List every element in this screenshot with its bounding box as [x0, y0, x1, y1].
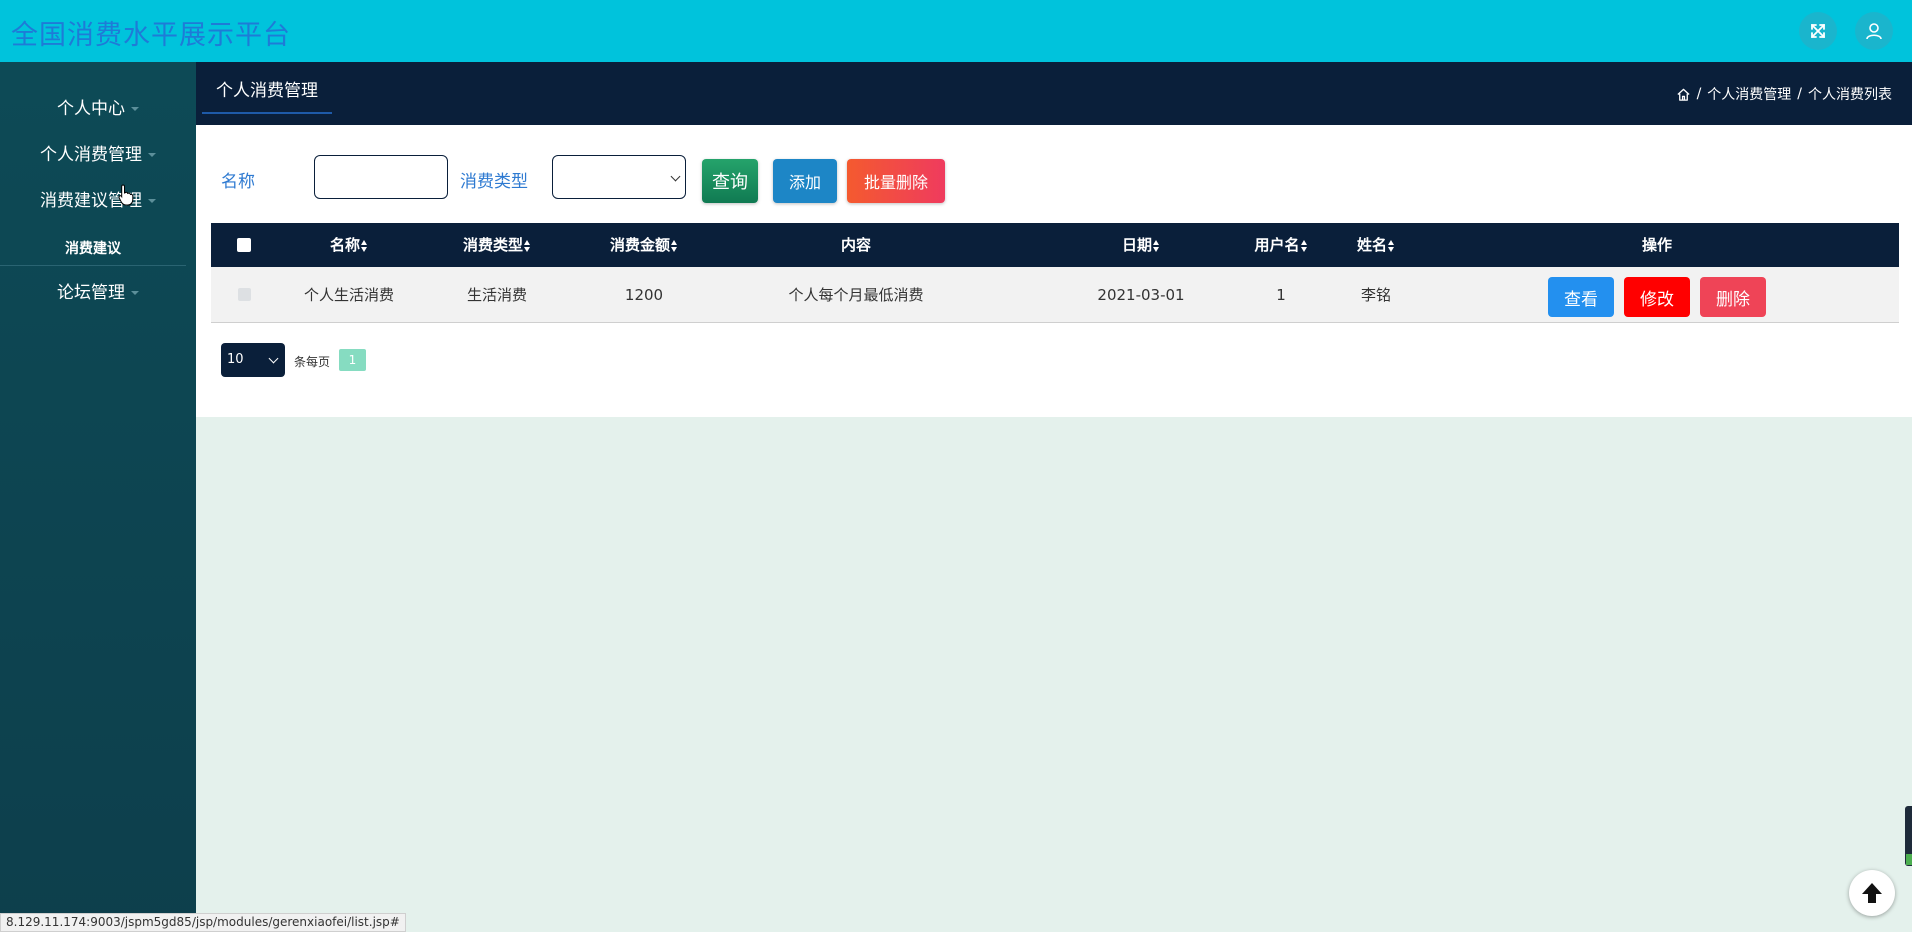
user-button[interactable]	[1855, 12, 1893, 50]
column-header-label: 用户名	[1254, 236, 1300, 254]
sort-icon	[361, 239, 368, 252]
view-button[interactable]: 查看	[1548, 277, 1614, 317]
per-page-label: 条每页	[294, 355, 331, 369]
cell-content: 个人每个月最低消费	[788, 286, 924, 304]
type-select[interactable]	[552, 155, 686, 199]
sort-icon	[1153, 239, 1160, 252]
arrow-up-icon	[1862, 883, 1882, 903]
column-header-type[interactable]: 消费类型	[439, 223, 555, 267]
table-row: 个人生活消费 生活消费 1200 个人每个月最低消费 2021-03-01 1 …	[211, 267, 1899, 323]
breadcrumb: / 个人消费管理 / 个人消费列表	[1676, 84, 1892, 104]
home-icon[interactable]	[1676, 87, 1691, 102]
select-all-checkbox[interactable]	[237, 238, 251, 252]
column-header-label: 消费类型	[462, 236, 523, 254]
cell-fullname: 李铭	[1360, 286, 1391, 304]
chevron-down-icon	[148, 153, 156, 157]
page-number-current[interactable]: 1	[339, 349, 366, 371]
cell-date: 2021-03-01	[1097, 286, 1185, 304]
breadcrumb-item[interactable]: 个人消费管理	[1707, 84, 1791, 104]
row-checkbox[interactable]	[238, 288, 251, 301]
column-header-label: 名称	[329, 236, 360, 254]
content-panel: 名称 消费类型 查询 添加 批量删除 名称 消费类型 消费金额 内容 日期 用户…	[196, 125, 1912, 417]
column-header-label: 姓名	[1356, 236, 1387, 254]
section-tab[interactable]: 个人消费管理	[202, 76, 332, 114]
table-header: 名称 消费类型 消费金额 内容 日期 用户名 姓名 操作	[211, 223, 1899, 267]
breadcrumb-separator: /	[1696, 86, 1702, 102]
app-title: 全国消费水平展示平台	[11, 20, 291, 51]
batch-delete-button[interactable]: 批量删除	[847, 159, 945, 203]
sidebar-subitem-advice[interactable]: 消费建议	[0, 232, 186, 266]
column-header-label: 日期	[1121, 236, 1152, 254]
name-input[interactable]	[314, 155, 448, 199]
edit-button[interactable]: 修改	[1624, 277, 1690, 317]
column-header-name[interactable]: 名称	[291, 223, 407, 267]
column-header-label: 消费金额	[609, 236, 670, 254]
sort-icon	[671, 239, 678, 252]
delete-button[interactable]: 删除	[1700, 277, 1766, 317]
sidebar-item-label: 个人中心	[57, 99, 125, 119]
chevron-down-icon	[131, 291, 139, 295]
top-bar: 全国消费水平展示平台	[0, 0, 1912, 62]
expand-arrows-icon	[1811, 24, 1825, 38]
column-header-actions: 操作	[1641, 236, 1672, 254]
status-bar-url: 8.129.11.174:9003/jspm5gd85/jsp/modules/…	[0, 913, 406, 932]
query-button[interactable]: 查询	[702, 159, 758, 203]
content-header: 个人消费管理 / 个人消费管理 / 个人消费列表	[196, 62, 1912, 125]
add-button[interactable]: 添加	[773, 159, 837, 203]
sidebar-item-forum[interactable]: 论坛管理	[0, 278, 196, 303]
breadcrumb-current: 个人消费列表	[1808, 87, 1892, 103]
column-header-username[interactable]: 用户名	[1231, 223, 1331, 267]
sidebar-item-label: 论坛管理	[57, 283, 125, 303]
column-header-amount[interactable]: 消费金额	[575, 223, 713, 267]
sort-icon	[1388, 239, 1395, 252]
chevron-down-icon	[148, 199, 156, 203]
sidebar-item-personal-center[interactable]: 个人中心	[0, 94, 196, 119]
sidebar: 个人中心 个人消费管理 消费建议管理 消费建议 论坛管理	[0, 62, 196, 932]
scrollbar-indicator	[1906, 854, 1912, 865]
page-size-select[interactable]: 10	[221, 343, 285, 377]
column-header-date[interactable]: 日期	[1091, 223, 1191, 267]
sidebar-item-label: 个人消费管理	[40, 145, 142, 165]
sidebar-item-personal-consumption[interactable]: 个人消费管理	[0, 140, 196, 165]
breadcrumb-separator: /	[1797, 86, 1802, 102]
sort-icon	[1300, 239, 1308, 252]
scroll-to-top-button[interactable]	[1849, 870, 1895, 916]
type-label: 消费类型	[460, 172, 528, 192]
fullscreen-button[interactable]	[1799, 12, 1837, 50]
chevron-down-icon	[131, 107, 139, 111]
column-header-content: 内容	[840, 236, 871, 254]
cell-name: 个人生活消费	[303, 286, 394, 304]
user-icon	[1866, 23, 1882, 40]
consumption-table: 名称 消费类型 消费金额 内容 日期 用户名 姓名 操作 个人生活消费 生活消费…	[211, 223, 1899, 323]
sort-icon	[524, 239, 531, 252]
name-label: 名称	[221, 172, 255, 192]
column-header-fullname[interactable]: 姓名	[1331, 223, 1421, 267]
cell-type: 生活消费	[466, 286, 527, 304]
cell-amount: 1200	[624, 286, 664, 304]
cell-username: 1	[1276, 286, 1286, 304]
hand-cursor-icon	[118, 184, 134, 206]
sidebar-item-consumption-advice[interactable]: 消费建议管理	[0, 186, 196, 211]
